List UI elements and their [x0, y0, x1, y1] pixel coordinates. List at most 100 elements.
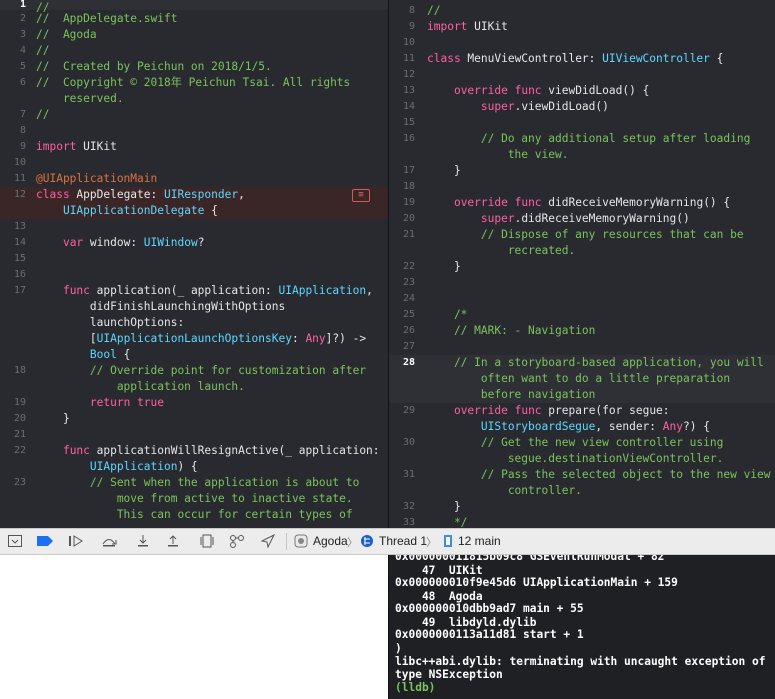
- step-into-icon[interactable]: [135, 533, 151, 549]
- code-line[interactable]: 10: [389, 35, 775, 51]
- code-line[interactable]: 9 import UIKit: [0, 139, 388, 155]
- code-line[interactable]: 11 class MenuViewController: UIViewContro…: [389, 51, 775, 67]
- code-line[interactable]: 11 @UIApplicationMain: [0, 171, 388, 187]
- line-number[interactable]: 17: [389, 163, 415, 179]
- simulate-location-icon[interactable]: [260, 533, 276, 549]
- code-line[interactable]: 18 // Override point for customization a…: [0, 363, 388, 379]
- code-line[interactable]: 23: [389, 275, 775, 291]
- code-line[interactable]: recreated.: [389, 243, 775, 259]
- line-number[interactable]: 8: [389, 3, 415, 19]
- code-line[interactable]: 15: [0, 251, 388, 267]
- code-line[interactable]: 8: [0, 123, 388, 139]
- code-line[interactable]: 12: [389, 67, 775, 83]
- line-number[interactable]: 21: [0, 427, 26, 443]
- line-number[interactable]: 13: [389, 83, 415, 99]
- line-number[interactable]: 2: [0, 11, 26, 27]
- code-line[interactable]: 25 /*: [389, 307, 775, 323]
- code-line[interactable]: Bool {: [0, 347, 388, 363]
- code-line[interactable]: UIApplicationDelegate {: [0, 203, 388, 219]
- code-line[interactable]: 14 var window: UIWindow?: [0, 235, 388, 251]
- code-line[interactable]: move from active to inactive state.: [0, 491, 388, 507]
- line-number[interactable]: 13: [0, 219, 26, 235]
- code-line[interactable]: 22 }: [389, 259, 775, 275]
- line-number[interactable]: 18: [0, 363, 26, 379]
- continue-icon[interactable]: [68, 533, 84, 549]
- step-out-icon[interactable]: [165, 533, 181, 549]
- code-line[interactable]: 21: [0, 427, 388, 443]
- line-number[interactable]: 10: [389, 35, 415, 51]
- line-number[interactable]: 29: [389, 403, 415, 419]
- code-line[interactable]: 9 import UIKit: [389, 19, 775, 35]
- code-line[interactable]: 13: [0, 219, 388, 235]
- memory-graph-icon[interactable]: [229, 533, 245, 549]
- breadcrumb-frame[interactable]: 12 main: [458, 534, 501, 548]
- code-line[interactable]: UIApplication) {: [0, 459, 388, 475]
- code-line[interactable]: 26 // MARK: - Navigation: [389, 323, 775, 339]
- line-number[interactable]: 14: [389, 99, 415, 115]
- code-line[interactable]: 19 override func didReceiveMemoryWarning…: [389, 195, 775, 211]
- code-line[interactable]: application launch.: [0, 379, 388, 395]
- breadcrumb-thread[interactable]: Thread 1: [379, 534, 427, 548]
- code-line[interactable]: 32 }: [389, 499, 775, 515]
- line-number[interactable]: 25: [389, 307, 415, 323]
- code-line[interactable]: 33 */: [389, 515, 775, 528]
- code-line[interactable]: segue.destinationViewController.: [389, 451, 775, 467]
- line-number[interactable]: 28: [389, 355, 415, 371]
- line-number[interactable]: 33: [389, 515, 415, 528]
- code-line[interactable]: 3 // Agoda: [0, 27, 388, 43]
- line-number[interactable]: 27: [389, 339, 415, 355]
- debug-console[interactable]: 0x000000011815b09c8 GSEventRunModal + 82…: [389, 555, 775, 699]
- code-line[interactable]: 30 // Get the new view controller using: [389, 435, 775, 451]
- code-line[interactable]: 8 //: [389, 3, 775, 19]
- line-number[interactable]: 23: [389, 275, 415, 291]
- code-line[interactable]: often want to do a little preparation: [389, 371, 775, 387]
- line-number[interactable]: 15: [389, 115, 415, 131]
- view-hierarchy-icon[interactable]: [199, 533, 215, 549]
- code-line[interactable]: 4 //: [0, 43, 388, 59]
- code-line[interactable]: 16: [0, 267, 388, 283]
- left-source-editor[interactable]: 1//2// AppDelegate.swift 3// Agoda 4//5// …: [0, 0, 388, 528]
- line-number[interactable]: 16: [389, 131, 415, 147]
- breadcrumb-app[interactable]: Agoda: [313, 534, 348, 548]
- code-line[interactable]: 16 // Do any additional setup after load…: [389, 131, 775, 147]
- code-line[interactable]: 31 // Pass the selected object to the ne…: [389, 467, 775, 483]
- code-line[interactable]: 23 // Sent when the application is about…: [0, 475, 388, 491]
- code-line[interactable]: before navigation: [389, 387, 775, 403]
- code-line[interactable]: 5 // Created by Peichun on 2018/1/5.: [0, 59, 388, 75]
- line-number[interactable]: 8: [0, 123, 26, 139]
- line-number[interactable]: 18: [389, 179, 415, 195]
- line-number[interactable]: 9: [0, 139, 26, 155]
- code-line[interactable]: didFinishLaunchingWithOptions: [0, 299, 388, 315]
- code-line[interactable]: This can occur for certain types of: [0, 507, 388, 523]
- right-source-editor[interactable]: 8 // 9 import UIKit 10 11 class MenuViewContro…: [389, 0, 775, 528]
- code-line[interactable]: 15: [389, 115, 775, 131]
- line-number[interactable]: 26: [389, 323, 415, 339]
- line-number[interactable]: 4: [0, 43, 26, 59]
- line-number[interactable]: 30: [389, 435, 415, 451]
- line-number[interactable]: 19: [0, 395, 26, 411]
- line-number[interactable]: 17: [0, 283, 26, 299]
- code-line[interactable]: 2 // AppDelegate.swift: [0, 11, 388, 27]
- code-line[interactable]: 24: [389, 291, 775, 307]
- line-number[interactable]: 19: [389, 195, 415, 211]
- code-line[interactable]: 17 }: [389, 163, 775, 179]
- line-number[interactable]: 10: [0, 155, 26, 171]
- line-number[interactable]: 16: [0, 267, 26, 283]
- line-number[interactable]: 14: [0, 235, 26, 251]
- code-line[interactable]: UIStoryboardSegue, sender: Any?) {: [389, 419, 775, 435]
- code-line[interactable]: 6 // Copyright © 2018年 Peichun Tsai. All …: [0, 75, 388, 91]
- line-number[interactable]: 31: [389, 467, 415, 483]
- code-line[interactable]: 19 return true: [0, 395, 388, 411]
- line-number[interactable]: 21: [389, 227, 415, 243]
- line-number[interactable]: 22: [389, 259, 415, 275]
- line-number[interactable]: 32: [389, 499, 415, 515]
- code-line[interactable]: 20 super.didReceiveMemoryWarning(): [389, 211, 775, 227]
- line-number[interactable]: 9: [389, 19, 415, 35]
- code-line[interactable]: 21 // Dispose of any resources that can …: [389, 227, 775, 243]
- lldb-prompt[interactable]: (lldb): [395, 681, 435, 694]
- code-line[interactable]: 1//: [0, 0, 388, 14]
- code-line[interactable]: 12 class AppDelegate: UIResponder, ≡: [0, 187, 388, 203]
- line-number[interactable]: 11: [0, 171, 26, 187]
- code-line[interactable]: 14 super.viewDidLoad(): [389, 99, 775, 115]
- breakpoints-toggle-icon[interactable]: [37, 533, 53, 549]
